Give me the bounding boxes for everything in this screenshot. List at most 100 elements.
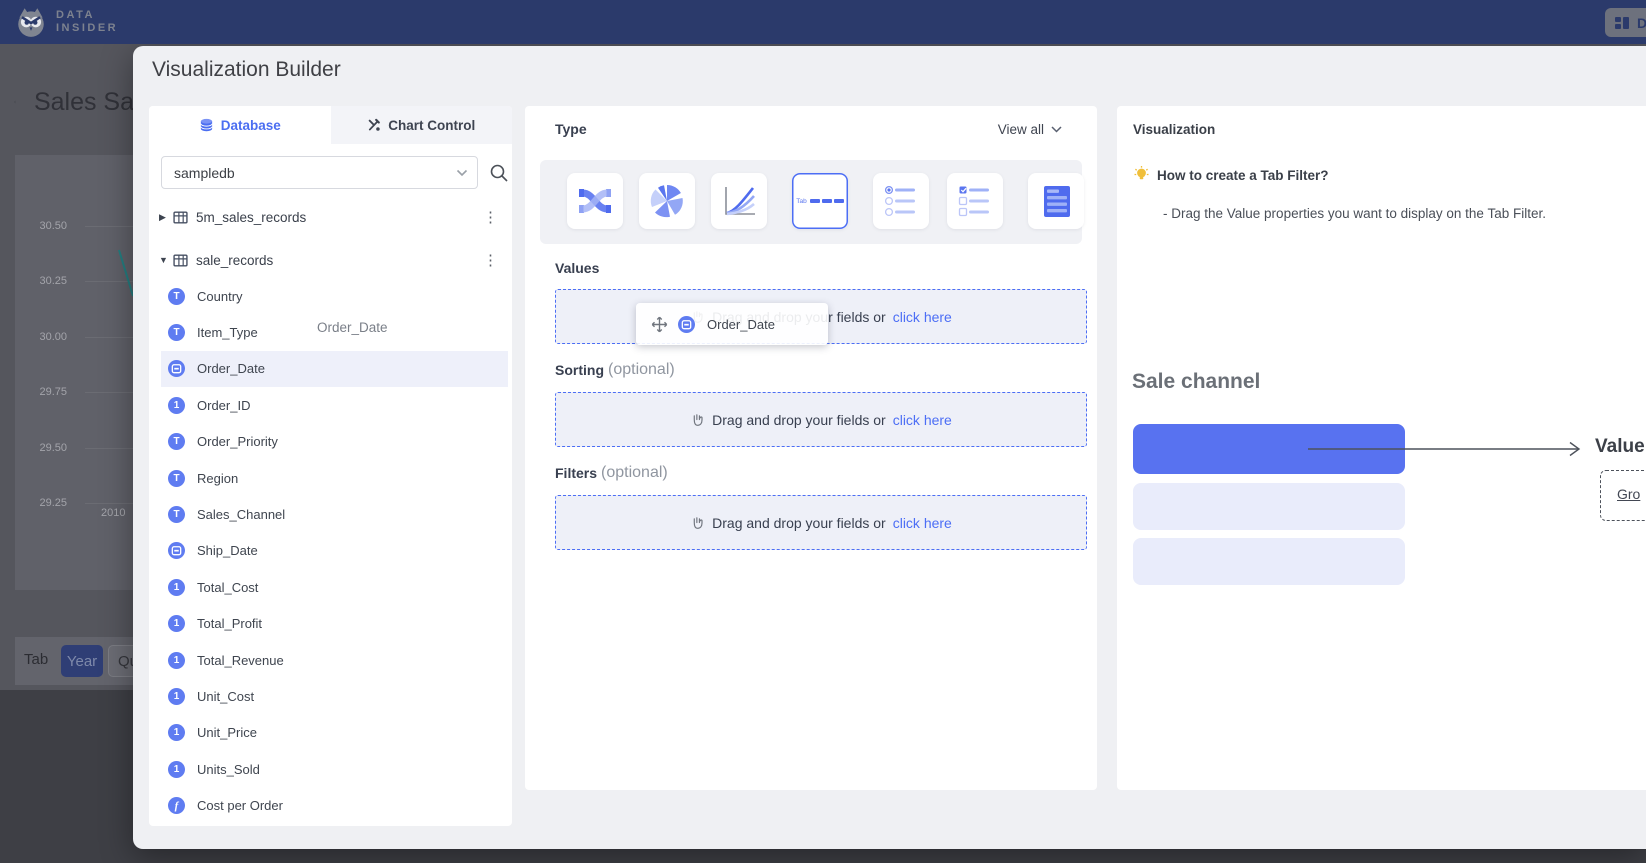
tab-database[interactable]: Database (149, 106, 331, 144)
field-row[interactable]: Ship_Date (161, 533, 508, 569)
chevron-left-icon[interactable] (14, 93, 16, 111)
kebab-menu-icon[interactable]: ⋮ (483, 253, 498, 268)
annotation-group-link[interactable]: Gro (1617, 486, 1640, 502)
calendar-icon (170, 544, 183, 557)
search-icon[interactable] (489, 163, 509, 183)
table-grid-icon (173, 253, 188, 268)
datasource-select[interactable] (161, 156, 478, 189)
field-row[interactable]: 1 Total_Cost (161, 569, 508, 605)
field-name: Unit_Price (197, 725, 257, 740)
field-name: Units_Sold (197, 762, 260, 777)
table-name: 5m_sales_records (196, 210, 306, 225)
field-name: Cost per Order (197, 798, 283, 813)
background-chart-card: 30.50 30.25 30.00 29.75 29.50 (15, 155, 133, 590)
sankey-icon (575, 181, 615, 221)
field-type-icon (168, 360, 185, 377)
tab-database-label: Database (221, 118, 281, 133)
chart-type-dropdown-list[interactable] (1028, 173, 1084, 229)
field-row[interactable]: T Sales_Channel (161, 496, 508, 532)
field-row[interactable]: 1 Unit_Cost (161, 678, 508, 714)
chart-type-pie[interactable] (639, 173, 695, 229)
sorting-dropzone[interactable]: Drag and drop your fields or click here (555, 392, 1087, 447)
field-type-icon: 1 (168, 397, 185, 414)
chart-type-line[interactable] (711, 173, 767, 229)
database-cylinder-icon (199, 117, 214, 133)
field-row[interactable]: Order_Date (161, 351, 508, 387)
caret-collapsed-icon[interactable]: ▶ (159, 212, 173, 223)
tip-body: - Drag the Value properties you want to … (1163, 206, 1546, 221)
field-type-icon: T (168, 288, 185, 305)
field-row[interactable]: T Country (161, 278, 508, 314)
chevron-down-icon (456, 169, 468, 177)
checkbox-list-icon (955, 181, 995, 221)
chart-type-radio-list[interactable] (873, 173, 929, 229)
filter-button-quarter[interactable]: Qu (108, 645, 133, 677)
field-name: Total_Revenue (197, 653, 284, 668)
field-row[interactable]: 1 Units_Sold (161, 751, 508, 787)
chevron-down-icon (1051, 126, 1062, 133)
tab-chart-control[interactable]: Chart Control (331, 106, 513, 144)
chart-type-checkbox-list[interactable] (947, 173, 1003, 229)
field-name: Order_Priority (197, 434, 278, 449)
field-row[interactable]: T Order_Priority (161, 424, 508, 460)
field-row[interactable]: T Item_Type (161, 314, 508, 350)
line-chart-icon (719, 181, 759, 221)
drag-hand-icon (690, 412, 705, 427)
screen: Sales Sa 30.50 30.25 30.00 29.75 (0, 0, 1646, 863)
modal-title: Visualization Builder (152, 58, 341, 82)
field-name: Ship_Date (197, 543, 258, 558)
field-row[interactable]: 1 Order_ID (161, 387, 508, 423)
owl-logo-icon (14, 5, 48, 39)
move-cross-icon (651, 316, 668, 333)
click-here-link[interactable]: click here (893, 309, 952, 325)
filter-button-year[interactable]: Year (61, 645, 103, 677)
pie-chart-icon (647, 181, 687, 221)
annotation-group-box: Gro (1600, 470, 1646, 521)
field-type-icon (168, 542, 185, 559)
click-here-link[interactable]: click here (893, 412, 952, 428)
tab-filter-option[interactable] (1133, 538, 1405, 585)
field-name: Unit_Cost (197, 689, 254, 704)
field-type-icon: T (168, 470, 185, 487)
caret-expanded-icon[interactable]: ▼ (159, 255, 173, 265)
visualization-panel: Visualization How to create a Tab Filter… (1117, 106, 1646, 790)
table-row-sale-records[interactable]: ▼ sale_records ⋮ (159, 246, 506, 274)
radio-list-icon (881, 181, 921, 221)
panel-tabs: Database Chart Control (149, 106, 512, 144)
dashboard-button[interactable]: D (1605, 8, 1646, 37)
sorting-section-label: Sorting (optional) (555, 361, 675, 379)
field-list: T Country T (161, 278, 508, 824)
background-title-row: Sales Sa (14, 84, 134, 120)
kebab-menu-icon[interactable]: ⋮ (483, 210, 498, 225)
field-row[interactable]: 1 Total_Profit (161, 606, 508, 642)
tab-filter-option[interactable] (1133, 483, 1405, 530)
field-type-icon: 1 (168, 761, 185, 778)
field-row[interactable]: T Region (161, 460, 508, 496)
view-all-button[interactable]: View all (998, 122, 1062, 137)
dragging-field-chip[interactable]: Order_Date (636, 303, 828, 345)
brand-text: DATA INSIDER (56, 9, 118, 35)
field-row[interactable]: 1 Unit_Price (161, 715, 508, 751)
filters-dropzone[interactable]: Drag and drop your fields or click here (555, 495, 1087, 550)
type-section-label: Type (555, 121, 587, 137)
click-here-link[interactable]: click here (893, 515, 952, 531)
field-name: Sales_Channel (197, 507, 285, 522)
chart-config-panel: Type View all (525, 106, 1097, 790)
preview-chart-title: Sale channel (1132, 370, 1260, 394)
table-name: sale_records (196, 253, 273, 268)
app-logo[interactable]: DATA INSIDER (14, 5, 118, 39)
top-navigation-bar: DATA INSIDER D (0, 0, 1646, 44)
chart-type-sankey[interactable] (567, 173, 623, 229)
x-tick: 2010 (101, 507, 125, 519)
field-row[interactable]: 1 Total_Revenue (161, 642, 508, 678)
calendar-icon (170, 362, 183, 375)
tip-title: How to create a Tab Filter? (1157, 168, 1329, 183)
field-row[interactable]: f Cost per Order (161, 787, 508, 823)
field-name: Order_Date (197, 361, 265, 376)
tools-icon (367, 118, 381, 132)
chart-type-tab-filter[interactable]: Tab (792, 173, 848, 229)
datasource-row (161, 156, 500, 189)
table-row-5m-sales-records[interactable]: ▶ 5m_sales_records ⋮ (159, 203, 506, 231)
field-type-icon: 1 (168, 688, 185, 705)
visualization-builder-modal: Visualization Builder Database (133, 46, 1646, 849)
